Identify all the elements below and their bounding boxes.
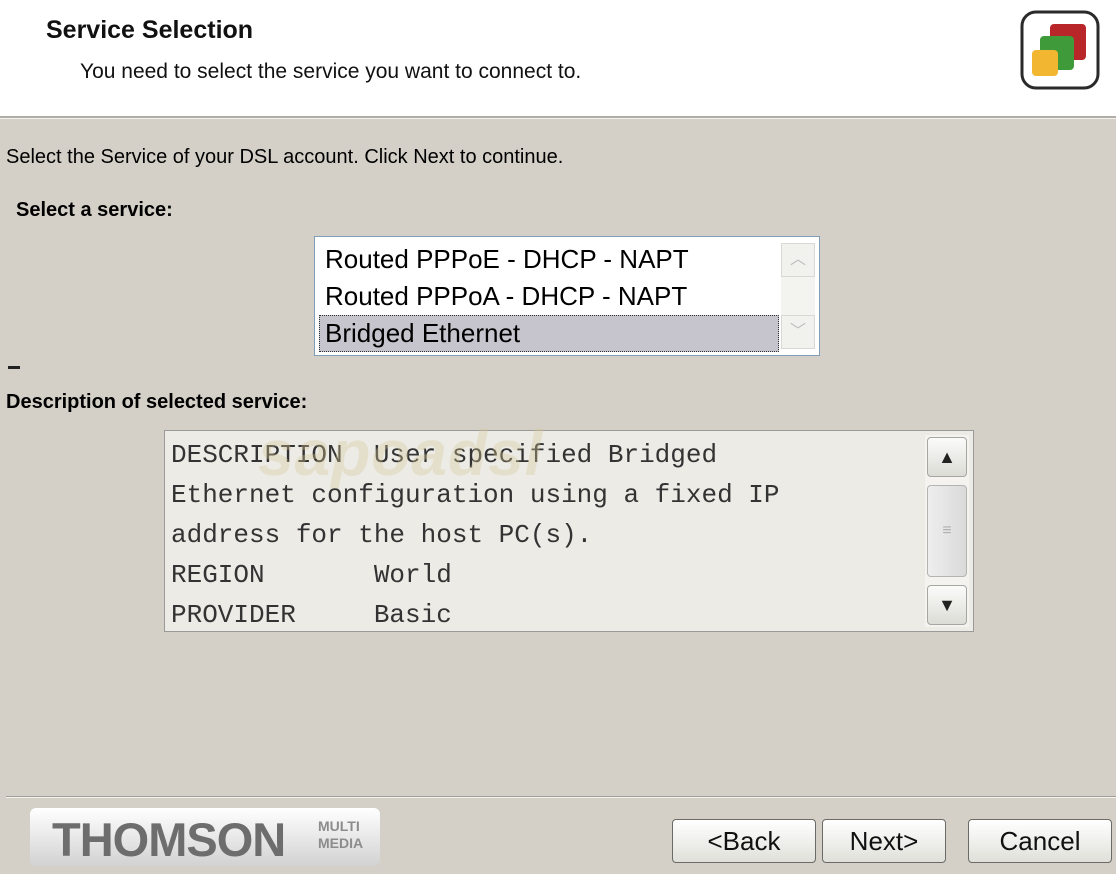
page-subtitle: You need to select the service you want … xyxy=(80,60,582,83)
description-label: Description of selected service: xyxy=(6,391,308,413)
description-line: address for the host PC(s). xyxy=(171,520,593,550)
description-scrollbar[interactable]: ▲ ≡ ▼ xyxy=(925,435,969,627)
footer-separator xyxy=(6,796,1116,798)
description-textbox[interactable]: DESCRIPTION User specified Bridged Ether… xyxy=(164,430,974,632)
grip-icon: ≡ xyxy=(942,522,952,539)
page-title: Service Selection xyxy=(46,16,254,44)
scroll-down-button[interactable]: ﹀ xyxy=(781,315,815,349)
select-service-label: Select a service: xyxy=(16,199,173,221)
separator-mark xyxy=(8,366,20,369)
scroll-up-button[interactable]: ︿ xyxy=(781,243,815,277)
description-line: Ethernet configuration using a fixed IP xyxy=(171,480,780,510)
wizard-header: Service Selection You need to select the… xyxy=(0,0,1116,116)
list-item-routed-pppoe[interactable]: Routed PPPoE - DHCP - NAPT xyxy=(319,241,779,278)
service-list-scrollbar[interactable]: ︿ ﹀ xyxy=(781,243,815,349)
header-separator xyxy=(0,116,1116,119)
list-item-bridged-ethernet[interactable]: Bridged Ethernet xyxy=(319,315,779,352)
cancel-button[interactable]: Cancel xyxy=(968,819,1112,863)
instruction-text: Select the Service of your DSL account. … xyxy=(6,146,564,168)
thomson-logo: THOMSON MULTI MEDIA xyxy=(30,808,380,866)
scroll-thumb[interactable]: ≡ xyxy=(927,485,967,577)
chevron-down-icon: ▼ xyxy=(938,595,956,615)
chevron-up-icon: ︿ xyxy=(789,251,806,268)
description-line: REGION World xyxy=(171,560,452,590)
scroll-down-button[interactable]: ▼ xyxy=(927,585,967,625)
description-line: DESCRIPTION User specified Bridged xyxy=(171,440,718,470)
brand-name: THOMSON xyxy=(52,813,286,866)
stacked-squares-logo-icon xyxy=(1020,10,1100,90)
scroll-up-button[interactable]: ▲ xyxy=(927,437,967,477)
back-button[interactable]: <Back xyxy=(672,819,816,863)
list-item-routed-pppoa[interactable]: Routed PPPoA - DHCP - NAPT xyxy=(319,278,779,315)
next-button[interactable]: Next> xyxy=(822,819,946,863)
description-line: PROVIDER Basic xyxy=(171,600,452,630)
brand-tag: MULTI MEDIA xyxy=(318,818,364,851)
chevron-up-icon: ▲ xyxy=(938,447,956,467)
service-listbox[interactable]: Routed PPPoE - DHCP - NAPT Routed PPPoA … xyxy=(314,236,820,356)
chevron-down-icon: ﹀ xyxy=(789,323,806,340)
